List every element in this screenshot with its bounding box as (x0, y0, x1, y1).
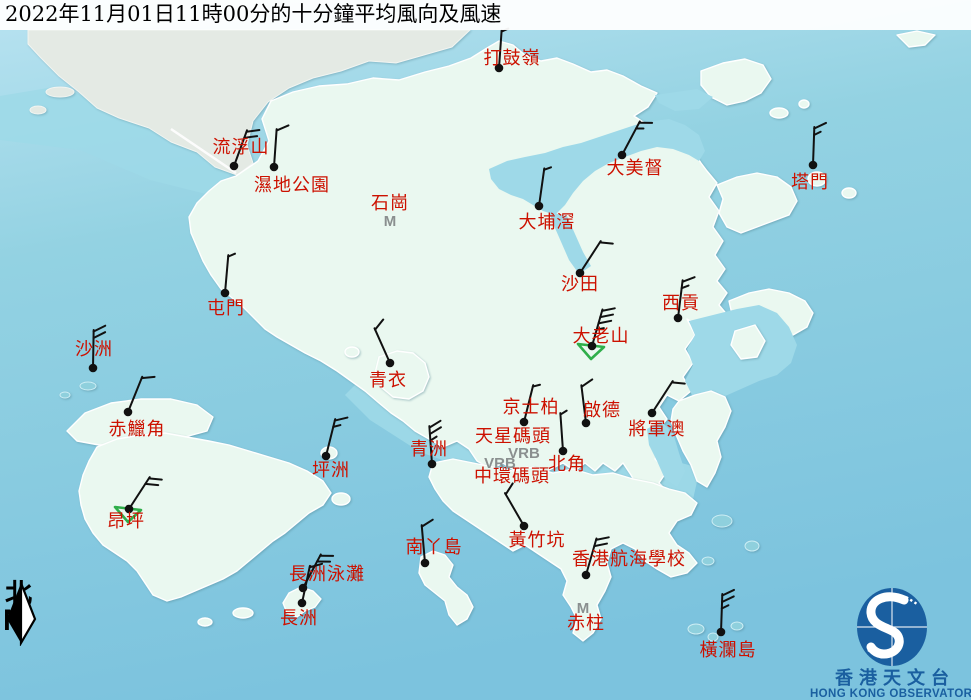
land-ma-wan (345, 347, 359, 357)
islet-tung-lung (712, 515, 732, 527)
station-label: 南丫島 (406, 537, 463, 558)
map-title: 2022年11月01日11時00分的十分鐘平均風向及風速 (0, 0, 971, 30)
islet (799, 100, 809, 108)
station-note-m: M (577, 600, 590, 617)
station-label: 屯門 (207, 298, 245, 319)
station-label: 長洲 (280, 608, 318, 629)
station-label: 青洲 (410, 439, 448, 460)
station-label: 京士柏 (503, 397, 560, 418)
station-dot (221, 289, 230, 298)
station-label: 打鼓嶺 (484, 48, 541, 69)
station-label: 流浮山 (213, 137, 270, 158)
land-hei-ling-chau (332, 493, 350, 505)
station-label: 大美督 (607, 158, 664, 179)
islet (30, 106, 46, 114)
station-label: 昂坪 (107, 511, 145, 532)
station-dot (520, 418, 529, 427)
islet (842, 188, 856, 198)
station-label: 北角 (548, 454, 586, 475)
station-dot (386, 359, 395, 368)
station-dot (270, 163, 279, 172)
station-label: 青衣 (369, 370, 407, 391)
station-label: 將軍澳 (629, 419, 686, 440)
compass-needle-icon (2, 582, 42, 646)
station-label: 橫瀾島 (700, 640, 757, 661)
islet (702, 557, 714, 565)
station-label: 石崗 (371, 193, 409, 214)
station-label: 赤鱲角 (109, 419, 166, 440)
station-dot (428, 460, 437, 469)
islet (60, 392, 70, 398)
station-label: 大老山 (573, 326, 630, 347)
station-dot (535, 202, 544, 211)
station-label: 西貢 (662, 293, 700, 314)
station-dot (322, 452, 331, 461)
station-dot (230, 162, 239, 171)
station-note-vrb: VRB (484, 455, 516, 472)
hko-logo-english: HONG KONG OBSERVATORY (810, 688, 971, 700)
station-dot (809, 161, 818, 170)
islet (731, 622, 743, 630)
islet (770, 108, 788, 118)
station-dot (421, 559, 430, 568)
north-compass: 北 N (2, 582, 46, 634)
islet (198, 618, 212, 626)
station-label: 大埔滘 (519, 212, 576, 233)
station-dot (648, 409, 657, 418)
hko-logo-chinese: 香港天文台 (834, 667, 955, 689)
islet (745, 541, 759, 551)
station-dot (520, 522, 529, 531)
station-dot (124, 408, 133, 417)
station-dot (298, 599, 307, 608)
station-label: 黃竹坑 (509, 530, 566, 551)
station-label: 濕地公園 (254, 175, 330, 196)
station-note-m: M (384, 213, 397, 230)
station-dot (674, 314, 683, 323)
station-label: 天星碼頭 (475, 426, 551, 447)
station-dot (89, 364, 98, 373)
station-label: 塔門 (791, 172, 829, 193)
islet (46, 87, 74, 97)
station-label: 啟德 (583, 400, 621, 421)
station-label: 長洲泳灘 (289, 564, 365, 585)
station-label: 沙田 (561, 274, 599, 295)
hong-kong-map: 打鼓嶺流浮山濕地公園大美督塔門大埔滘石崗M沙田屯門西貢大老山沙洲青衣赤鱲角京士柏… (0, 0, 971, 700)
land-shek-kwu-chau (233, 608, 253, 618)
station-dot (582, 571, 591, 580)
islet-po-toi (688, 624, 704, 634)
islet (80, 382, 96, 390)
station-label: 沙洲 (75, 339, 113, 360)
station-label: 坪洲 (312, 460, 350, 481)
station-dot (717, 628, 726, 637)
station-label: 香港航海學校 (572, 549, 686, 570)
wind-map-page: 2022年11月01日11時00分的十分鐘平均風向及風速 (0, 0, 971, 700)
